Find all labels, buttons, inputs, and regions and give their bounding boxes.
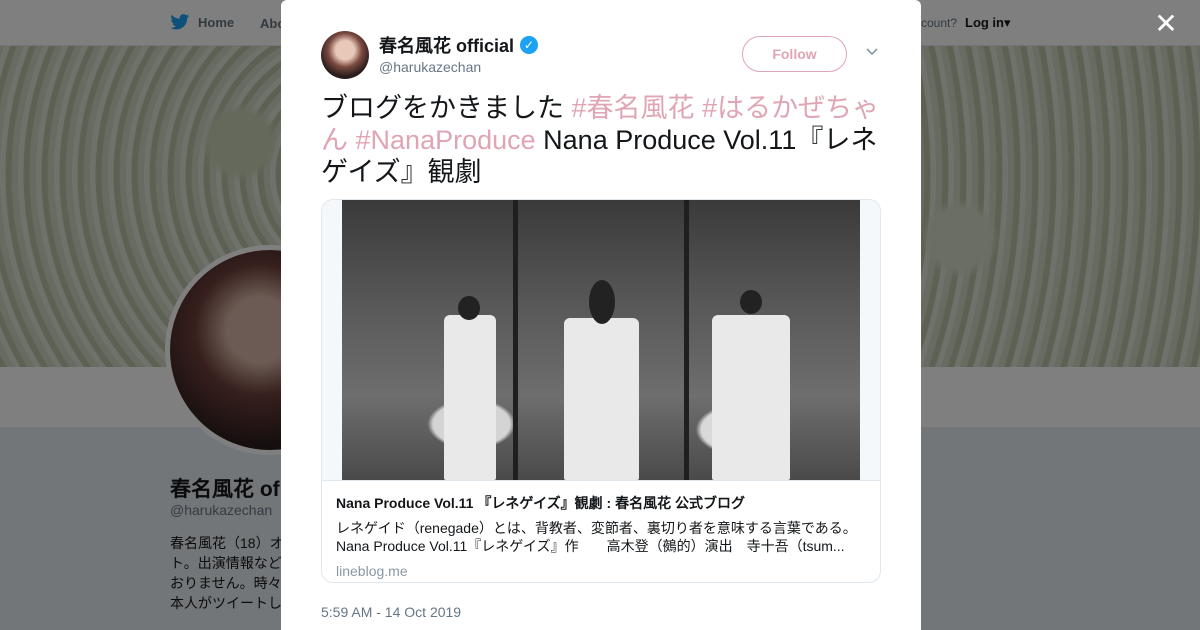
link-domain: lineblog.me (336, 563, 408, 579)
tweet-timestamp[interactable]: 5:59 AM - 14 Oct 2019 (321, 604, 461, 620)
photo-figure-head (458, 296, 480, 320)
link-preview-image (322, 200, 880, 480)
chevron-down-icon[interactable] (865, 44, 881, 60)
author-name-row[interactable]: 春名風花 official ✓ (379, 32, 539, 58)
hashtag-link[interactable]: #NanaProduce (356, 125, 536, 155)
author-name: 春名風花 official (379, 36, 515, 56)
preview-photo (342, 200, 860, 480)
link-preview-card[interactable]: Nana Produce Vol.11 『レネゲイズ』観劇 : 春名風花 公式ブ… (321, 199, 881, 583)
photo-figure-head (589, 280, 615, 324)
tweet-text-part: ブログをかきました (321, 93, 572, 123)
author-handle[interactable]: @harukazechan (379, 59, 481, 75)
link-description: レネゲイド（renegade）とは、背教者、変節者、裏切り者を意味する言葉である… (336, 520, 857, 554)
hashtag-link[interactable]: #春名風花 (572, 93, 695, 123)
link-preview-info: Nana Produce Vol.11 『レネゲイズ』観劇 : 春名風花 公式ブ… (322, 480, 880, 582)
close-icon[interactable]: ✕ (1154, 10, 1178, 38)
tweet-text: ブログをかきました #春名風花 #はるかぜちゃん #NanaProduce Na… (321, 92, 886, 188)
photo-figure (712, 315, 790, 480)
photo-figure (564, 318, 639, 480)
author-avatar[interactable] (321, 31, 369, 79)
tweet-modal: 春名風花 official ✓ @harukazechan Follow ブログ… (281, 0, 921, 630)
link-title: Nana Produce Vol.11 『レネゲイズ』観劇 : 春名風花 公式ブ… (336, 495, 745, 511)
verified-badge-icon: ✓ (520, 36, 539, 54)
photo-figure-head (740, 290, 762, 314)
follow-button[interactable]: Follow (742, 36, 847, 72)
photo-figure (444, 315, 496, 480)
